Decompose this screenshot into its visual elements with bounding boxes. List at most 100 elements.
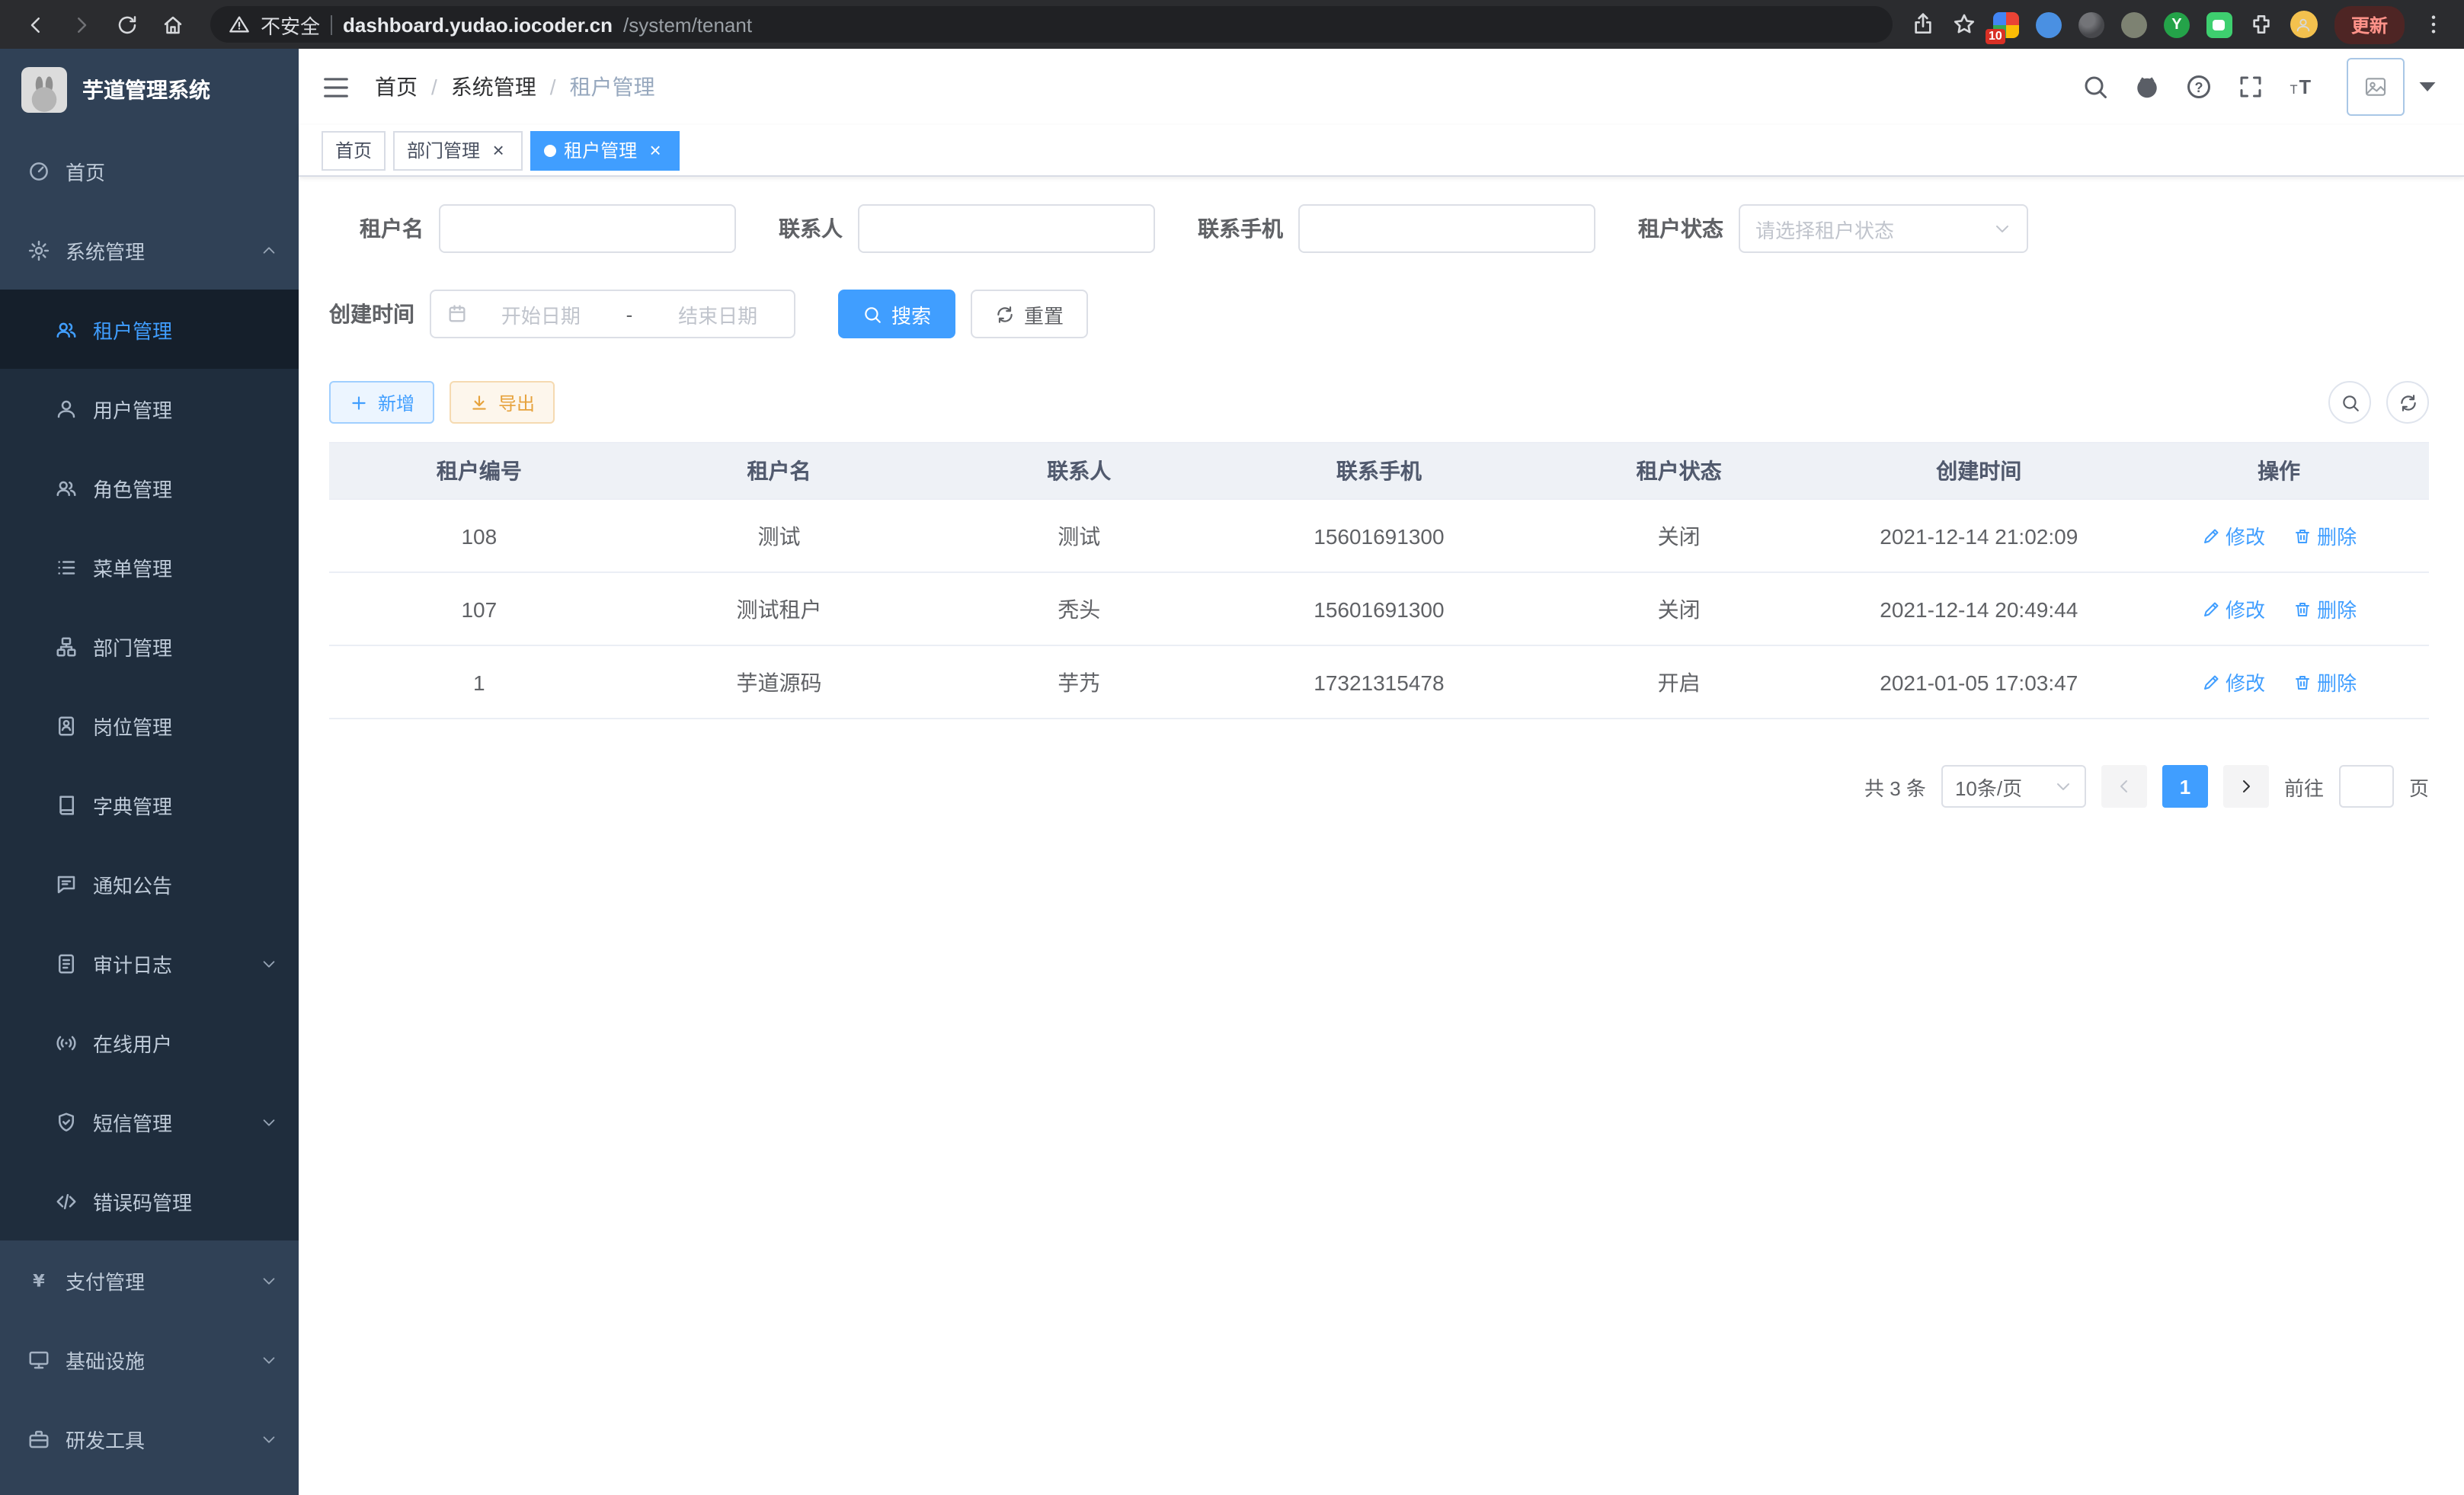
bookmark-star-icon[interactable] (1952, 12, 1976, 37)
cell-contact: 芋艿 (929, 645, 1229, 719)
header-search-button[interactable] (2082, 73, 2109, 101)
browser-home-button[interactable] (152, 5, 192, 44)
breadcrumb-system[interactable]: 系统管理 (451, 72, 536, 102)
sidebar-item-dept[interactable]: 部门管理 (0, 607, 299, 686)
tab-home[interactable]: 首页 (322, 130, 386, 170)
browser-reload-button[interactable] (107, 5, 146, 44)
sidebar-item-sms[interactable]: 短信管理 (0, 1082, 299, 1161)
sidebar-item-notice[interactable]: 通知公告 (0, 844, 299, 924)
reset-button[interactable]: 重置 (971, 290, 1088, 338)
delete-link[interactable]: 删除 (2293, 521, 2357, 550)
system-submenu: 租户管理 用户管理 角色管理 菜单管理 (0, 290, 299, 1240)
sidebar-item-label: 岗位管理 (93, 711, 172, 740)
filter-contact: 联系人 (779, 204, 1155, 253)
help-question-icon[interactable] (2185, 73, 2213, 101)
refresh-table-button[interactable] (2386, 381, 2429, 424)
contact-input[interactable] (858, 204, 1155, 253)
date-start-placeholder: 开始日期 (480, 299, 602, 328)
monitor-icon (27, 1348, 50, 1371)
edit-link[interactable]: 修改 (2201, 521, 2265, 550)
next-page-button[interactable] (2223, 765, 2269, 808)
cell-created: 2021-01-05 17:03:47 (1829, 645, 2129, 719)
goto-page-input[interactable] (2339, 765, 2394, 808)
page-1-button[interactable]: 1 (2162, 765, 2208, 808)
tenant-name-input[interactable] (439, 204, 736, 253)
font-size-icon[interactable] (2289, 73, 2316, 101)
sidebar-item-role[interactable]: 角色管理 (0, 448, 299, 527)
extensions-puzzle-icon[interactable] (2249, 12, 2274, 37)
phone-input[interactable] (1298, 204, 1595, 253)
sidebar-item-label: 字典管理 (93, 790, 172, 819)
address-bar[interactable]: 不安全 dashboard.yudao.iocoder.cn/system/te… (210, 6, 1893, 43)
delete-link[interactable]: 删除 (2293, 667, 2357, 696)
page-size-select[interactable]: 10条/页 (1941, 765, 2086, 808)
cell-contact: 秃头 (929, 572, 1229, 645)
sidebar-item-label: 用户管理 (93, 394, 172, 423)
cell-phone: 17321315478 (1229, 645, 1529, 719)
edit-link[interactable]: 修改 (2201, 667, 2265, 696)
sidebar-item-user[interactable]: 用户管理 (0, 369, 299, 448)
browser-forward-button[interactable] (61, 5, 101, 44)
extension-icon-green-circle[interactable]: Y (2164, 11, 2190, 37)
total-count: 共 3 条 (1864, 772, 1926, 801)
active-dot (544, 144, 556, 156)
sidebar-logo[interactable]: 芋道管理系统 (0, 49, 299, 131)
main-panel: 首页 / 系统管理 / 租户管理 (299, 49, 2464, 1495)
extension-icon-olive[interactable] (2121, 11, 2147, 37)
tab-dept[interactable]: 部门管理 × (393, 130, 523, 170)
github-icon[interactable] (2133, 73, 2161, 101)
sidebar-item-home[interactable]: 首页 (0, 131, 299, 210)
table-toolbar: 新增 导出 (329, 381, 2429, 424)
trash-icon (2293, 527, 2311, 545)
browser-back-button[interactable] (15, 5, 55, 44)
col-tenant-name: 租户名 (629, 443, 930, 499)
search-button[interactable]: 搜索 (838, 290, 955, 338)
export-button[interactable]: 导出 (450, 381, 555, 424)
sidebar-item-payment[interactable]: 支付管理 (0, 1240, 299, 1320)
sidebar-item-dict[interactable]: 字典管理 (0, 765, 299, 844)
sidebar-item-system[interactable]: 系统管理 (0, 210, 299, 290)
add-button[interactable]: 新增 (329, 381, 434, 424)
toolbox-icon (27, 1427, 50, 1450)
sidebar-item-post[interactable]: 岗位管理 (0, 686, 299, 765)
sidebar-collapse-button[interactable] (322, 72, 350, 101)
extension-icon-green-square[interactable] (2206, 11, 2232, 37)
date-range-picker[interactable]: 开始日期 - 结束日期 (430, 290, 795, 338)
cell-tenant-name: 测试 (629, 499, 930, 572)
close-icon[interactable]: × (488, 139, 509, 161)
delete-link[interactable]: 删除 (2293, 594, 2357, 623)
prev-page-button[interactable] (2101, 765, 2147, 808)
extension-icon-blue[interactable] (2036, 11, 2062, 37)
browser-menu-kebab-icon[interactable] (2421, 12, 2446, 37)
page-unit-label: 页 (2409, 772, 2429, 801)
edit-label: 修改 (2226, 594, 2265, 623)
sidebar-item-error-code[interactable]: 错误码管理 (0, 1161, 299, 1240)
fullscreen-icon[interactable] (2237, 73, 2264, 101)
extension-icon-dark[interactable] (2078, 11, 2104, 37)
sidebar-item-dev-tools[interactable]: 研发工具 (0, 1399, 299, 1478)
sidebar-item-menu[interactable]: 菜单管理 (0, 527, 299, 607)
edit-pencil-icon (2201, 600, 2219, 618)
sidebar-item-online-user[interactable]: 在线用户 (0, 1003, 299, 1082)
avatar (2347, 58, 2405, 116)
browser-profile-avatar[interactable] (2290, 11, 2318, 38)
user-avatar-dropdown[interactable] (2347, 58, 2441, 116)
sidebar-item-tenant[interactable]: 租户管理 (0, 290, 299, 369)
url-domain: dashboard.yudao.iocoder.cn (343, 13, 613, 36)
share-icon[interactable] (1911, 12, 1935, 37)
browser-update-button[interactable]: 更新 (2334, 5, 2405, 43)
url-path: /system/tenant (623, 13, 752, 36)
sidebar-item-infrastructure[interactable]: 基础设施 (0, 1320, 299, 1399)
tab-tenant[interactable]: 租户管理 × (530, 130, 680, 170)
chevron-down-icon (2054, 777, 2072, 796)
extension-icon-multicolor[interactable] (1993, 11, 2019, 37)
sidebar-item-audit-log[interactable]: 审计日志 (0, 924, 299, 1003)
plus-icon (349, 392, 369, 412)
edit-link[interactable]: 修改 (2201, 594, 2265, 623)
code-icon (55, 1189, 78, 1212)
status-select[interactable]: 请选择租户状态 (1739, 204, 2028, 253)
close-icon[interactable]: × (645, 139, 666, 161)
breadcrumb-home[interactable]: 首页 (375, 72, 418, 102)
toggle-search-button[interactable] (2328, 381, 2371, 424)
cell-phone: 15601691300 (1229, 499, 1529, 572)
